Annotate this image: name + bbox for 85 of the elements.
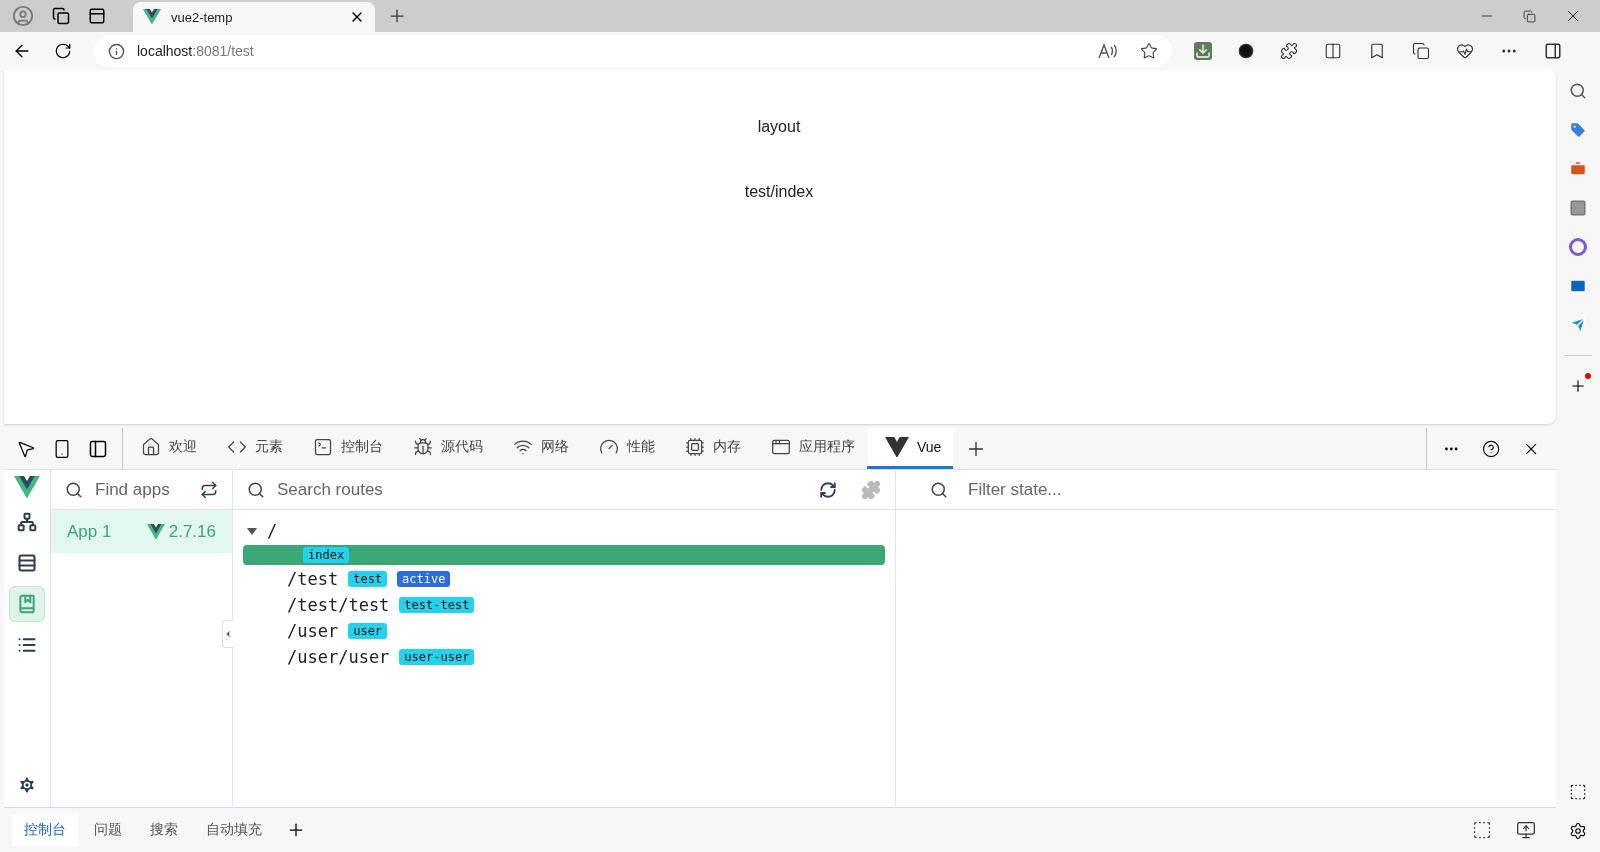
route-name-tag: user-user bbox=[399, 649, 475, 665]
add-icon[interactable] bbox=[1569, 377, 1587, 395]
profile-icon[interactable] bbox=[12, 5, 34, 27]
restore-icon[interactable] bbox=[1523, 9, 1536, 23]
browser-tab[interactable]: vue2-temp bbox=[133, 2, 375, 32]
tab-title: vue2-temp bbox=[171, 9, 234, 25]
route-name-tag: test-test bbox=[399, 597, 475, 613]
download-icon[interactable] bbox=[1194, 42, 1212, 60]
route-path: /user/user bbox=[287, 647, 390, 667]
search-icon bbox=[930, 480, 948, 499]
route-path: /test bbox=[287, 569, 339, 589]
apps-search-field[interactable]: Find apps bbox=[93, 478, 190, 501]
dock-icon[interactable] bbox=[88, 438, 108, 459]
favorites-icon[interactable] bbox=[1368, 42, 1386, 60]
bug-icon bbox=[413, 437, 433, 457]
vue-logo-icon bbox=[14, 476, 40, 499]
devtools-tab[interactable]: Vue bbox=[867, 428, 954, 469]
read-aloud-icon[interactable] bbox=[1098, 43, 1118, 59]
screenshot-icon[interactable] bbox=[1569, 783, 1587, 801]
state-filter-field[interactable]: Filter state... bbox=[966, 478, 1542, 501]
tag-icon[interactable] bbox=[1569, 121, 1587, 139]
refresh-icon[interactable] bbox=[819, 480, 837, 499]
star-icon[interactable] bbox=[1140, 42, 1158, 60]
route-path: /user bbox=[287, 621, 339, 641]
page-text: test/index bbox=[744, 183, 814, 201]
url-host: localhost bbox=[137, 43, 193, 59]
tree-icon bbox=[17, 511, 37, 532]
house-icon bbox=[141, 437, 161, 457]
routes-search-field[interactable]: Search routes bbox=[275, 478, 809, 501]
vue-logo-icon bbox=[143, 9, 161, 25]
devtools-tab[interactable]: 源代码 bbox=[395, 428, 495, 469]
tab-actions-icon[interactable] bbox=[88, 7, 106, 25]
url-path: :8081/test bbox=[192, 43, 254, 59]
vue-logo-icon bbox=[885, 436, 909, 458]
active-tag: active bbox=[397, 571, 451, 587]
route-row[interactable]: /test/test test-test bbox=[243, 593, 885, 617]
route-row[interactable]: /user/user user-user bbox=[243, 645, 885, 669]
window-icon bbox=[771, 437, 791, 457]
route-row[interactable]: /user user bbox=[243, 619, 885, 643]
collapse-handle[interactable] bbox=[222, 620, 233, 648]
devtools-tab[interactable]: 网络 bbox=[495, 428, 581, 469]
devtools-tab[interactable]: 控制台 bbox=[295, 428, 395, 469]
route-row[interactable]: / bbox=[243, 519, 885, 543]
toolbox-icon[interactable] bbox=[1569, 160, 1587, 178]
caret-icon[interactable] bbox=[247, 526, 257, 536]
devtools-tab[interactable]: 欢迎 bbox=[123, 428, 209, 469]
drawer-tab[interactable]: 搜索 bbox=[138, 814, 190, 846]
route-path: /test/test bbox=[287, 595, 390, 615]
chip-icon bbox=[685, 437, 705, 457]
vue-logo-icon bbox=[146, 523, 165, 540]
info-icon[interactable] bbox=[108, 42, 125, 60]
settings-icon[interactable] bbox=[1569, 822, 1587, 840]
collections-icon[interactable] bbox=[1412, 42, 1430, 60]
route-path: / bbox=[267, 521, 278, 541]
move-up-icon[interactable] bbox=[1516, 820, 1536, 840]
dock-drawer-icon[interactable] bbox=[1472, 820, 1492, 840]
route-name-tag: user bbox=[348, 623, 388, 639]
route-row[interactable]: /test test active bbox=[243, 567, 885, 591]
search-icon bbox=[65, 480, 83, 499]
search-icon bbox=[247, 480, 265, 499]
terminal-icon bbox=[313, 437, 333, 457]
book-icon bbox=[17, 593, 37, 614]
route-name-tag: test bbox=[348, 571, 388, 587]
page-text: layout bbox=[757, 118, 801, 136]
sidebar-icon[interactable] bbox=[1544, 42, 1562, 60]
route-row[interactable]: index bbox=[243, 545, 885, 565]
devtools-tab[interactable]: 性能 bbox=[581, 428, 667, 469]
timeline-icon bbox=[17, 552, 37, 573]
refresh-icon[interactable] bbox=[200, 480, 218, 499]
devtools-tab[interactable]: 应用程序 bbox=[753, 428, 867, 469]
devtools-tab[interactable]: 内存 bbox=[667, 428, 753, 469]
puzzle-icon[interactable] bbox=[1280, 42, 1298, 60]
address-bar[interactable]: localhost:8081/test bbox=[94, 35, 1172, 67]
health-icon[interactable] bbox=[1456, 42, 1474, 60]
search-icon[interactable] bbox=[1569, 82, 1587, 100]
send-icon[interactable] bbox=[1569, 316, 1587, 334]
drawer-tab[interactable]: 问题 bbox=[82, 814, 134, 846]
route-name-tag: index bbox=[303, 547, 350, 563]
split-screen-icon[interactable] bbox=[1324, 42, 1342, 60]
drawer-tab[interactable]: 自动填充 bbox=[194, 814, 274, 846]
devtools-tab[interactable]: 元素 bbox=[209, 428, 295, 469]
reload-icon[interactable] bbox=[54, 42, 72, 60]
notification-dot bbox=[1585, 373, 1591, 379]
workspaces-icon[interactable] bbox=[52, 7, 70, 25]
drawer-tab[interactable]: 控制台 bbox=[12, 814, 78, 846]
